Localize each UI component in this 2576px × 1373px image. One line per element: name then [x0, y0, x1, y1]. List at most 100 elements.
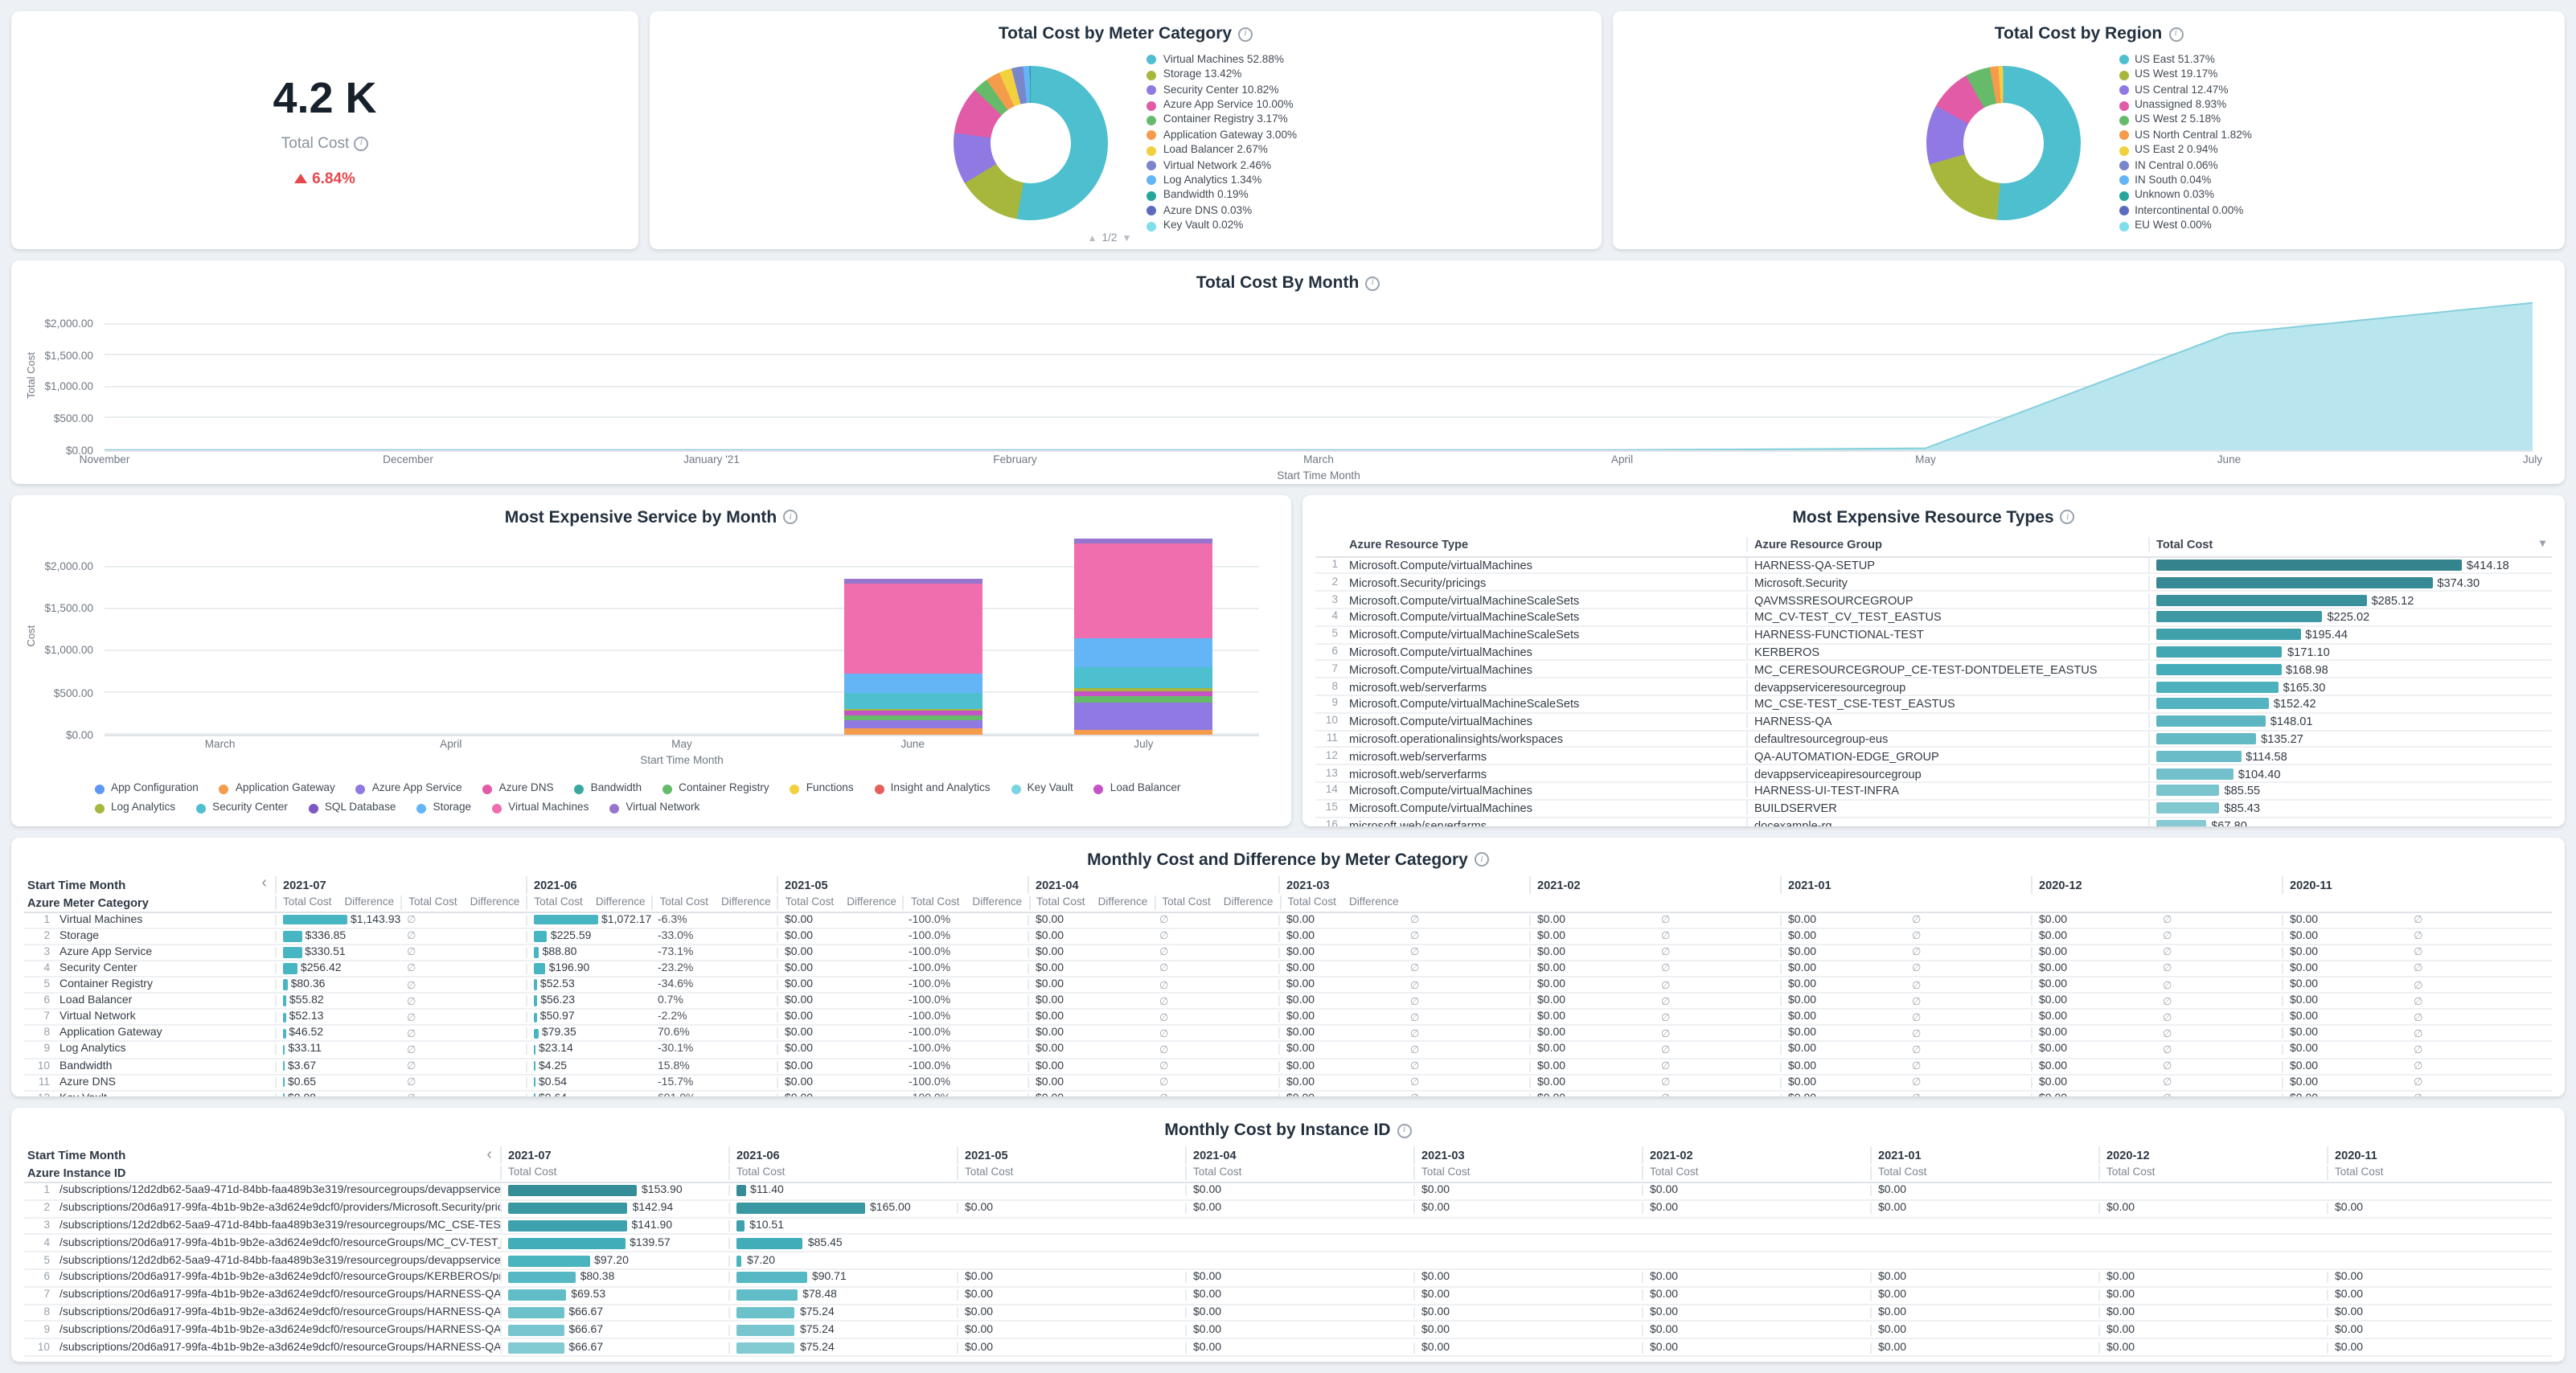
sub-header[interactable]: Total Cost — [777, 895, 840, 909]
legend-item[interactable]: US East 51.37% — [2119, 52, 2252, 68]
legend-item[interactable]: IN South 0.04% — [2119, 174, 2252, 189]
sub-header[interactable]: Difference — [464, 895, 527, 909]
table-row[interactable]: 8Application Gateway$46.52∅$79.3570.6%$0… — [24, 1027, 2552, 1043]
month-header[interactable]: 2021-06 — [526, 875, 777, 893]
month-header[interactable]: 2021-03 — [1413, 1146, 1642, 1164]
legend-item[interactable]: Load Balancer 2.67% — [1147, 143, 1297, 158]
column-header-resource-group[interactable]: Azure Resource Group — [1746, 536, 2148, 551]
month-header[interactable]: 2021-05 — [777, 875, 1028, 893]
table-row[interactable]: 3/subscriptions/12d2db62-5aa9-471d-84bb-… — [24, 1218, 2552, 1236]
legend-item[interactable]: Security Center 10.82% — [1147, 83, 1297, 98]
legend-item[interactable]: Log Analytics — [95, 801, 175, 817]
legend-item[interactable]: Bandwidth — [575, 781, 642, 797]
table-row[interactable]: 4Security Center$256.42∅$196.90-23.2%$0.… — [24, 961, 2552, 977]
legend-item[interactable]: Storage — [417, 801, 472, 817]
month-header[interactable]: 2021-01 — [1870, 1146, 2098, 1164]
legend-item[interactable]: Security Center — [196, 801, 288, 817]
bar-segment[interactable] — [1074, 639, 1212, 667]
legend-item[interactable]: Unassigned 8.93% — [2119, 98, 2252, 113]
table-row[interactable]: 3Azure App Service$330.51∅$88.80-73.1%$0… — [24, 945, 2552, 961]
sub-header[interactable]: Difference — [589, 895, 652, 909]
table-row[interactable]: 7Virtual Network$52.13∅$50.97-2.2%$0.00-… — [24, 1010, 2552, 1026]
sub-header[interactable]: Difference — [715, 895, 777, 909]
info-icon[interactable]: i — [2061, 510, 2075, 524]
table-row[interactable]: 12microsoft.web/serverfarmsQA-AUTOMATION… — [1315, 748, 2552, 766]
month-header[interactable]: 2021-07 — [500, 1146, 728, 1164]
table-row[interactable]: 4/subscriptions/20d6a917-99fa-4b1b-9b2e-… — [24, 1236, 2552, 1253]
table-row[interactable]: 8/subscriptions/20d6a917-99fa-4b1b-9b2e-… — [24, 1305, 2552, 1322]
table-row[interactable]: 6Microsoft.Compute/virtualMachinesKERBER… — [1315, 644, 2552, 662]
legend-pager[interactable]: ▲ 1/2 ▼ — [1088, 233, 1132, 244]
bar-segment[interactable] — [1074, 667, 1212, 689]
column-header-resource-type[interactable]: Azure Resource Type — [1344, 536, 1746, 551]
legend-item[interactable]: US West 2 5.18% — [2119, 113, 2252, 128]
table-row[interactable]: 10/subscriptions/20d6a917-99fa-4b1b-9b2e… — [24, 1339, 2552, 1357]
pager-down-icon[interactable]: ▼ — [1122, 234, 1131, 244]
stacked-bar[interactable] — [613, 533, 751, 734]
legend-item[interactable]: Key Vault 0.02% — [1147, 219, 1297, 234]
sub-header[interactable]: Total Cost — [2327, 1166, 2555, 1180]
sub-header[interactable]: Total Cost — [526, 895, 589, 909]
bar-segment[interactable] — [843, 674, 982, 693]
sub-header[interactable]: Difference — [966, 895, 1028, 909]
table-row[interactable]: 13microsoft.web/serverfarmsdevappservice… — [1315, 765, 2552, 783]
sub-header[interactable]: Total Cost — [275, 895, 338, 909]
table-row[interactable]: 11microsoft.operationalinsights/workspac… — [1315, 731, 2552, 748]
month-header[interactable]: 2021-02 — [1642, 1146, 1870, 1164]
legend-item[interactable]: Insight and Analytics — [875, 781, 991, 797]
pager-up-icon[interactable]: ▲ — [1088, 234, 1097, 244]
table-row[interactable]: 2Storage$336.85∅$225.59-33.0%$0.00-100.0… — [24, 929, 2552, 945]
table-row[interactable]: 14Microsoft.Compute/virtualMachinesHARNE… — [1315, 783, 2552, 801]
legend-item[interactable]: US Central 12.47% — [2119, 83, 2252, 98]
legend-item[interactable]: US North Central 1.82% — [2119, 128, 2252, 143]
stacked-bar[interactable] — [151, 533, 289, 734]
month-header[interactable]: 2020-11 — [2282, 875, 2533, 893]
region-donut[interactable] — [1926, 66, 2080, 220]
table-row[interactable]: 7/subscriptions/20d6a917-99fa-4b1b-9b2e-… — [24, 1288, 2552, 1305]
legend-item[interactable]: Load Balancer — [1094, 781, 1181, 797]
legend-item[interactable]: App Configuration — [95, 781, 199, 797]
collapse-columns-icon[interactable]: ‹ — [256, 878, 272, 891]
sub-header[interactable]: Total Cost — [400, 895, 463, 909]
legend-item[interactable]: IN Central 0.06% — [2119, 158, 2252, 174]
legend-item[interactable]: SQL Database — [309, 801, 396, 817]
month-header[interactable]: 2020-12 — [2031, 875, 2282, 893]
sub-header[interactable]: Total Cost — [1642, 1166, 1870, 1180]
table-row[interactable]: 4Microsoft.Compute/virtualMachineScaleSe… — [1315, 609, 2552, 627]
info-icon[interactable]: i — [783, 510, 798, 524]
sub-header[interactable]: Total Cost — [728, 1166, 957, 1180]
sub-header[interactable]: Total Cost — [500, 1166, 728, 1180]
legend-item[interactable]: Container Registry 3.17% — [1147, 113, 1297, 128]
legend-item[interactable]: Azure App Service — [356, 781, 462, 797]
sub-header[interactable]: Total Cost — [1154, 895, 1216, 909]
table-row[interactable]: 9Microsoft.Compute/virtualMachineScaleSe… — [1315, 696, 2552, 714]
bar-segment[interactable] — [843, 584, 982, 674]
month-header[interactable]: 2021-04 — [1028, 875, 1278, 893]
month-header[interactable]: 2021-06 — [728, 1146, 957, 1164]
month-header[interactable]: 2021-04 — [1185, 1146, 1413, 1164]
table-row[interactable]: 2Microsoft.Security/pricingsMicrosoft.Se… — [1315, 575, 2552, 592]
legend-item[interactable]: EU West 0.00% — [2119, 219, 2252, 234]
legend-item[interactable]: Virtual Machines — [492, 801, 589, 817]
stacked-bar[interactable] — [382, 533, 520, 734]
stacked-bar[interactable] — [1074, 533, 1212, 734]
table-row[interactable]: 16microsoft.web/serverfarmsdocexample-rg… — [1315, 818, 2552, 826]
sub-header[interactable]: Difference — [840, 895, 903, 909]
month-header[interactable]: 2021-07 — [275, 875, 526, 893]
table-row[interactable]: 5/subscriptions/12d2db62-5aa9-471d-84bb-… — [24, 1252, 2552, 1270]
sub-header[interactable]: Total Cost — [903, 895, 966, 909]
collapse-columns-icon[interactable]: ‹ — [482, 1149, 497, 1162]
legend-item[interactable]: Azure App Service 10.00% — [1147, 98, 1297, 113]
column-sort-caret-icon[interactable]: ▾ — [2540, 537, 2545, 550]
legend-item[interactable]: Functions — [790, 781, 854, 797]
info-icon[interactable]: i — [1397, 1123, 1412, 1137]
stacked-bar[interactable] — [843, 533, 982, 734]
legend-item[interactable]: Virtual Machines 52.88% — [1147, 52, 1297, 68]
sub-header[interactable]: Total Cost — [2098, 1166, 2327, 1180]
bar-segment[interactable] — [1074, 731, 1212, 735]
table-row[interactable]: 1/subscriptions/12d2db62-5aa9-471d-84bb-… — [24, 1183, 2552, 1201]
table-row[interactable]: 15Microsoft.Compute/virtualMachinesBUILD… — [1315, 801, 2552, 818]
sub-header[interactable]: Total Cost — [1028, 895, 1091, 909]
table-row[interactable]: 6Load Balancer$55.82∅$56.230.7%$0.00-100… — [24, 994, 2552, 1010]
month-header[interactable]: 2020-12 — [2098, 1146, 2327, 1164]
